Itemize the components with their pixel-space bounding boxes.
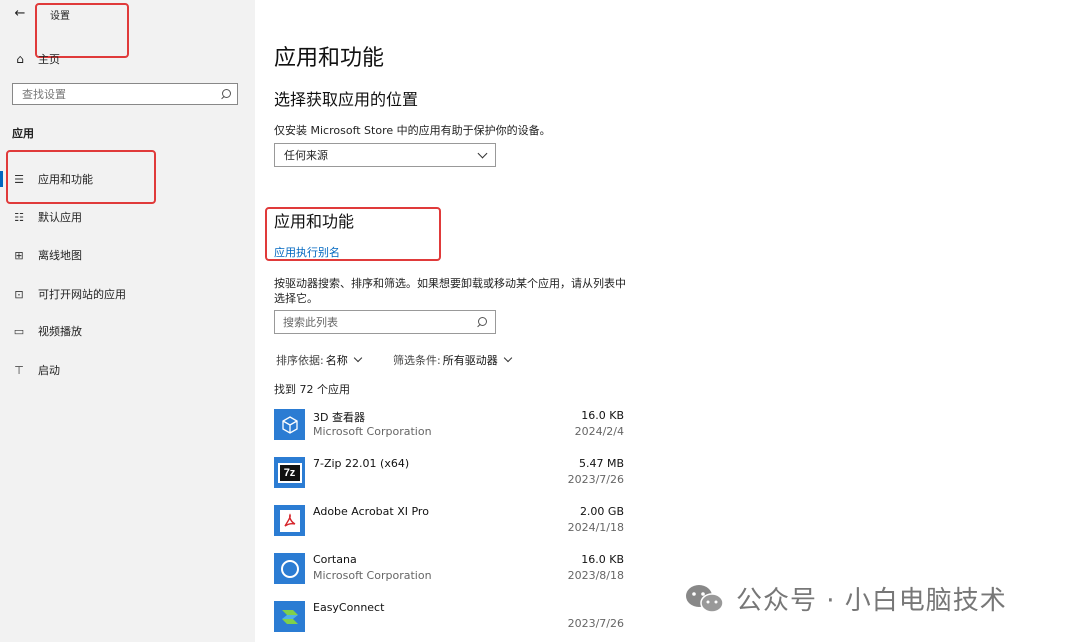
7zip-icon: 7z (274, 457, 305, 488)
startup-icon: ⊤ (14, 363, 24, 377)
video-playback-icon: ▭ (13, 324, 25, 338)
home-icon: ⌂ (16, 52, 24, 66)
chevron-down-icon (353, 353, 362, 363)
app-list-item[interactable]: Adobe Acrobat XI Pro 2.00 GB 2024/1/18 (274, 503, 624, 547)
app-name: Cortana (313, 553, 357, 566)
sidebar-item-label: 离线地图 (38, 249, 82, 262)
3d-viewer-icon (274, 409, 305, 440)
chevron-down-icon (477, 148, 488, 158)
sidebar-item-default-apps[interactable]: ☷ 默认应用 (0, 202, 255, 232)
app-size: 2.00 GB (579, 505, 624, 518)
sidebar-item-label: 可打开网站的应用 (38, 288, 126, 301)
app-date: 2023/7/26 (567, 617, 624, 630)
back-arrow-icon[interactable]: ← (10, 4, 30, 24)
app-name: Adobe Acrobat XI Pro (313, 505, 429, 518)
annotation-box-nav (6, 150, 156, 204)
search-icon[interactable] (477, 317, 487, 327)
acrobat-icon (274, 505, 305, 536)
sidebar-item-website-apps[interactable]: ⊡ 可打开网站的应用 (0, 279, 255, 309)
apps-count: 找到 72 个应用 (274, 383, 350, 396)
wechat-icon (684, 583, 726, 615)
sort-label: 排序依据: (276, 354, 324, 367)
sidebar: ← 设置 ⌂ 主页 应用 ☰ 应用和功能 ☷ 默认应用 ⊞ 离线地图 ⊡ 可打开… (0, 0, 255, 642)
settings-search-input[interactable] (22, 87, 221, 101)
sort-value: 名称 (325, 354, 348, 367)
sidebar-item-offline-maps[interactable]: ⊞ 离线地图 (0, 240, 255, 270)
default-apps-icon: ☷ (14, 210, 24, 224)
home-label: 主页 (38, 53, 60, 66)
app-list-item[interactable]: 7z 7-Zip 22.01 (x64) 5.47 MB 2023/7/26 (274, 455, 624, 499)
install-section-title: 选择获取应用的位置 (274, 90, 419, 109)
annotation-box-section (265, 207, 441, 261)
section-title: 应用 (12, 127, 34, 140)
app-name: EasyConnect (313, 601, 385, 614)
apps-description-line2: 选择它。 (274, 292, 318, 305)
chevron-down-icon (503, 353, 512, 363)
app-date: 2023/8/18 (567, 569, 624, 582)
app-source-dropdown[interactable]: 任何来源 (274, 143, 496, 167)
main-content: 应用和功能 选择获取应用的位置 仅安装 Microsoft Store 中的应用… (255, 0, 1080, 642)
website-apps-icon: ⊡ (14, 287, 24, 301)
app-name: 3D 查看器 (313, 411, 365, 424)
watermark: 公众号 · 小白电脑技术 (684, 580, 1007, 617)
sort-by-control[interactable]: 排序依据: 名称 (276, 352, 362, 368)
apps-description-line1: 按驱动器搜索、排序和筛选。如果想要卸载或移动某个应用，请从列表中 (274, 277, 626, 290)
sidebar-item-video-playback[interactable]: ▭ 视频播放 (0, 316, 255, 346)
app-publisher: Microsoft Corporation (313, 425, 432, 438)
sidebar-item-label: 视频播放 (38, 325, 82, 338)
app-list-item[interactable]: Cortana Microsoft Corporation 16.0 KB 20… (274, 551, 624, 595)
home-nav[interactable]: ⌂ 主页 (12, 50, 60, 68)
install-description: 仅安装 Microsoft Store 中的应用有助于保护你的设备。 (274, 124, 551, 137)
app-size: 5.47 MB (578, 457, 624, 470)
app-list-item[interactable]: 3D 查看器 Microsoft Corporation 16.0 KB 202… (274, 407, 624, 451)
app-size: 16.0 KB (581, 553, 624, 566)
app-date: 2024/2/4 (574, 425, 624, 438)
app-publisher: Microsoft Corporation (313, 569, 432, 582)
sidebar-item-label: 启动 (38, 364, 60, 377)
filter-label: 筛选条件: (393, 354, 441, 367)
search-icon[interactable] (221, 89, 231, 99)
easyconnect-icon (274, 601, 305, 632)
app-date: 2023/7/26 (567, 473, 624, 486)
sidebar-item-startup[interactable]: ⊤ 启动 (0, 355, 255, 385)
page-title: 应用和功能 (274, 46, 385, 71)
app-name: 7-Zip 22.01 (x64) (313, 457, 410, 470)
offline-map-icon: ⊞ (14, 248, 24, 262)
watermark-text: 公众号 · 小白电脑技术 (736, 586, 1007, 616)
sidebar-item-label: 默认应用 (38, 211, 82, 224)
cortana-icon (274, 553, 305, 584)
app-list-item[interactable]: EasyConnect 2023/7/26 (274, 599, 624, 643)
apps-search-box[interactable] (274, 310, 496, 334)
app-size: 16.0 KB (581, 409, 624, 422)
filter-value: 所有驱动器 (442, 354, 498, 367)
app-source-value: 任何来源 (284, 149, 328, 162)
apps-search-input[interactable] (283, 315, 477, 329)
filter-by-control[interactable]: 筛选条件: 所有驱动器 (393, 352, 512, 368)
app-date: 2024/1/18 (567, 521, 624, 534)
settings-search-box[interactable] (12, 83, 238, 105)
